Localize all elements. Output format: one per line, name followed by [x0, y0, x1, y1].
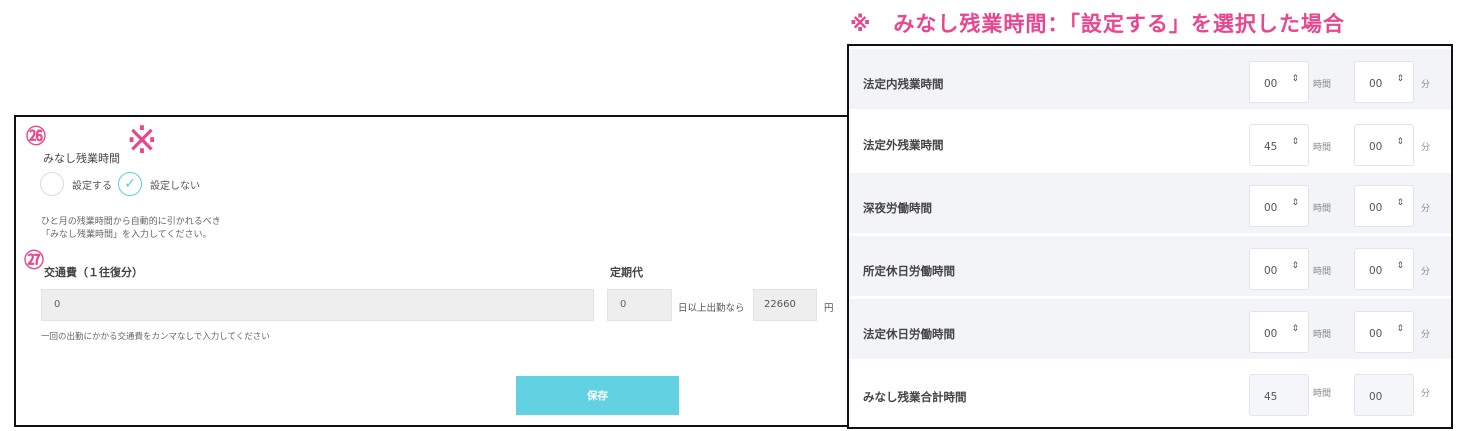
commuter-days-text: 日以上出勤なら — [678, 303, 745, 314]
updown-icon: ⇕ — [1396, 261, 1404, 271]
minutes-value: 00 — [1369, 78, 1383, 90]
hours-select[interactable]: 00 ⇕ — [1249, 185, 1309, 227]
hour-unit: 時間 — [1313, 80, 1332, 90]
minutes-value: 00 — [1369, 141, 1383, 153]
yen-unit: 円 — [824, 303, 834, 314]
save-button[interactable]: 保存 — [516, 376, 679, 415]
minute-unit: 分 — [1421, 80, 1431, 90]
hours-value: 00 — [1264, 265, 1278, 277]
hours-value: 00 — [1264, 78, 1278, 90]
hours-select[interactable]: 45 ⇕ — [1249, 124, 1309, 166]
minute-unit: 分 — [1421, 143, 1431, 153]
minutes-value: 00 — [1369, 265, 1383, 277]
updown-icon: ⇕ — [1396, 74, 1404, 84]
transport-fee-input[interactable]: 0 — [41, 289, 594, 321]
updown-icon: ⇕ — [1291, 137, 1299, 147]
minutes-total-field: 00 — [1354, 374, 1414, 416]
check-icon: ✓ — [124, 176, 136, 192]
hours-select[interactable]: 00 ⇕ — [1249, 61, 1309, 103]
minute-unit: 分 — [1421, 204, 1431, 214]
hour-unit: 時間 — [1313, 389, 1332, 399]
commuter-days-input[interactable]: 0 — [607, 289, 672, 321]
asterisk-annotation: ※ — [126, 118, 158, 162]
minutes-value: 00 — [1369, 391, 1383, 403]
hours-value: 45 — [1264, 391, 1278, 403]
hours-select[interactable]: 00 ⇕ — [1249, 248, 1309, 290]
updown-icon: ⇕ — [1291, 74, 1299, 84]
radio-set[interactable] — [40, 172, 64, 196]
hour-unit: 時間 — [1313, 330, 1332, 340]
commuter-pass-label: 定期代 — [610, 266, 643, 279]
hint-line1: ひと月の残業時間から自動的に引かれるべき — [41, 217, 221, 227]
transport-fee-label: 交通費（１往復分） — [44, 266, 143, 279]
minutes-value: 00 — [1369, 202, 1383, 214]
minutes-select[interactable]: 00 ⇕ — [1354, 311, 1414, 353]
right-panel: 法定内残業時間 00 ⇕ 時間 00 ⇕ 分 法定外残業時間 45 ⇕ 時間 00 ⇕ … — [847, 44, 1453, 429]
minashi-hint: ひと月の残業時間から自動的に引かれるべき 「みなし残業時間」を入力してください。 — [41, 216, 221, 242]
radio-set-label: 設定する — [72, 180, 112, 192]
updown-icon: ⇕ — [1291, 324, 1299, 334]
updown-icon: ⇕ — [1396, 137, 1404, 147]
minashi-radio-group: 設定する ✓ 設定しない — [40, 172, 206, 196]
overtime-row-legal-outer: 法定外残業時間 45 ⇕ 時間 00 ⇕ 分 — [849, 110, 1451, 171]
updown-icon: ⇕ — [1291, 261, 1299, 271]
annotation-26: ㉖ — [26, 124, 46, 148]
hour-unit: 時間 — [1313, 143, 1332, 153]
hint-line2: 「みなし残業時間」を入力してください。 — [41, 230, 212, 240]
row-label: 所定休日労働時間 — [863, 264, 955, 278]
annotation-27: ㉗ — [24, 248, 44, 272]
radio-unset-label: 設定しない — [150, 180, 200, 192]
updown-icon: ⇕ — [1396, 324, 1404, 334]
hours-total-field: 45 — [1249, 374, 1309, 416]
minutes-select[interactable]: 00 ⇕ — [1354, 248, 1414, 290]
hours-value: 00 — [1264, 202, 1278, 214]
minutes-select[interactable]: 00 ⇕ — [1354, 185, 1414, 227]
overtime-row-total: みなし残業合計時間 45 時間 00 分 — [849, 362, 1451, 423]
overtime-row-legal-holiday: 法定休日労働時間 00 ⇕ 時間 00 ⇕ 分 — [849, 299, 1451, 360]
overtime-row-night: 深夜労働時間 00 ⇕ 時間 00 ⇕ 分 — [849, 173, 1451, 234]
row-label: 深夜労働時間 — [863, 201, 932, 215]
minutes-value: 00 — [1369, 328, 1383, 340]
minutes-select[interactable]: 00 ⇕ — [1354, 61, 1414, 103]
overtime-row-legal-inner: 法定内残業時間 00 ⇕ 時間 00 ⇕ 分 — [849, 49, 1451, 110]
row-label: 法定内残業時間 — [863, 77, 944, 91]
minutes-select[interactable]: 00 ⇕ — [1354, 124, 1414, 166]
transport-hint: 一回の出勤にかかる交通費をカンマなしで入力してください — [41, 332, 270, 342]
minute-unit: 分 — [1421, 330, 1431, 340]
commuter-amount-input[interactable]: 22660 — [753, 289, 817, 321]
minashi-overtime-label: みなし残業時間 — [43, 152, 120, 165]
left-panel: ㉖ ※ みなし残業時間 設定する ✓ 設定しない ひと月の残業時間から自動的に引… — [14, 115, 854, 427]
overtime-row-scheduled-holiday: 所定休日労働時間 00 ⇕ 時間 00 ⇕ 分 — [849, 236, 1451, 297]
hours-value: 00 — [1264, 328, 1278, 340]
updown-icon: ⇕ — [1396, 198, 1404, 208]
hours-select[interactable]: 00 ⇕ — [1249, 311, 1309, 353]
hours-value: 45 — [1264, 141, 1278, 153]
minute-unit: 分 — [1421, 389, 1431, 399]
row-label: 法定休日労働時間 — [863, 327, 955, 341]
radio-unset-checked[interactable]: ✓ — [118, 172, 142, 196]
updown-icon: ⇕ — [1291, 198, 1299, 208]
minute-unit: 分 — [1421, 267, 1431, 277]
hour-unit: 時間 — [1313, 267, 1332, 277]
row-label: 法定外残業時間 — [863, 138, 944, 152]
note-heading: ※ みなし残業時間：「設定する」を選択した場合 — [850, 12, 1345, 36]
row-label: みなし残業合計時間 — [863, 390, 967, 404]
hour-unit: 時間 — [1313, 204, 1332, 214]
